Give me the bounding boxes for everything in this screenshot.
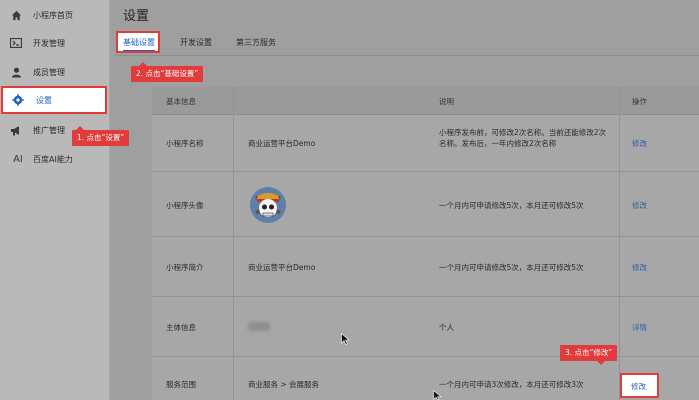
- callout-step-1: 1. 点击“设置”: [72, 126, 130, 146]
- row-label: 服务范围: [166, 380, 196, 389]
- row-label: 小程序简介: [166, 263, 204, 272]
- sidebar: 小程序首页 开发管理 成员管理 设置 推广管理 AI 百度AI能力: [0, 0, 110, 400]
- row-description: 一个月内可申请修改5次，本月还可修改5次: [439, 263, 584, 272]
- subject-details-link[interactable]: 详情: [632, 322, 647, 333]
- table-row: 小程序简介 商业运营平台Demo 一个月内可申请修改5次，本月还可修改5次 修改: [152, 237, 699, 297]
- table-row: 小程序头像 一个月内可申请修改5次，本月还可修改5次 修改: [152, 172, 699, 237]
- sidebar-item-label: 百度AI能力: [33, 154, 73, 164]
- sidebar-item-home[interactable]: 小程序首页: [0, 1, 110, 29]
- row-value: 商业运营平台Demo: [248, 139, 316, 148]
- column-header-action: 操作: [632, 97, 647, 106]
- sidebar-item-label: 小程序首页: [33, 10, 73, 20]
- tab-basic-settings[interactable]: 基础设置: [116, 31, 160, 53]
- home-icon: [10, 9, 22, 21]
- edit-intro-link[interactable]: 修改: [632, 262, 647, 273]
- callout-step-3: 3. 点击“修改”: [560, 345, 618, 365]
- row-label: 主体信息: [166, 323, 196, 332]
- sidebar-item-settings[interactable]: 设置: [1, 86, 107, 114]
- mouse-cursor-icon: [341, 333, 350, 345]
- row-description: 个人: [439, 323, 454, 332]
- tabs-divider: [113, 55, 699, 56]
- sidebar-item-label: 开发管理: [33, 38, 65, 48]
- sidebar-item-label: 推广管理: [33, 125, 65, 135]
- pirate-skull-avatar-icon: [248, 185, 288, 227]
- row-description: 小程序发布前，可修改2次名称。当前还能修改2次名称。发布后，一年内修改2次名称: [439, 128, 607, 148]
- table-header: 基本信息 说明 操作: [152, 87, 699, 115]
- table-row: 服务范围 商业服务 > 会展服务 一个月内可申请3次修改，本月还可修改3次: [152, 357, 699, 400]
- edit-avatar-link[interactable]: 修改: [632, 200, 647, 211]
- gear-icon: [12, 94, 24, 106]
- sidebar-item-ai[interactable]: AI 百度AI能力: [0, 145, 110, 173]
- tab-third-party[interactable]: 第三方服务: [236, 37, 276, 48]
- megaphone-icon: [10, 124, 22, 136]
- sidebar-item-members[interactable]: 成员管理: [0, 58, 110, 86]
- user-icon: [10, 66, 22, 78]
- redacted-value: [248, 322, 270, 331]
- tab-dev-settings[interactable]: 开发设置: [180, 37, 212, 48]
- column-header-info: 基本信息: [166, 97, 196, 106]
- row-label: 小程序名称: [166, 139, 204, 148]
- page-title: 设置: [123, 9, 150, 24]
- sidebar-item-dev[interactable]: 开发管理: [0, 29, 110, 57]
- table-row: 小程序名称 商业运营平台Demo 小程序发布前，可修改2次名称。当前还能修改2次…: [152, 115, 699, 172]
- sidebar-item-label: 设置: [36, 95, 52, 105]
- edit-service-scope-button[interactable]: 修改: [620, 373, 659, 398]
- row-value: 商业服务 > 会展服务: [248, 380, 320, 389]
- row-value: 商业运营平台Demo: [248, 263, 316, 272]
- tab-label: 基础设置: [123, 37, 155, 51]
- edit-label: 修改: [631, 382, 646, 391]
- column-header-desc: 说明: [439, 97, 454, 106]
- sidebar-item-label: 成员管理: [33, 67, 65, 77]
- row-label: 小程序头像: [166, 201, 204, 210]
- mouse-cursor-icon: [433, 390, 442, 400]
- ai-icon: AI: [13, 153, 23, 165]
- code-icon: [10, 37, 22, 49]
- row-description: 一个月内可申请3次修改，本月还可修改3次: [439, 380, 584, 389]
- row-description: 一个月内可申请修改5次，本月还可修改5次: [439, 201, 584, 210]
- callout-step-2: 2. 点击“基础设置”: [131, 62, 204, 82]
- edit-name-link[interactable]: 修改: [632, 138, 647, 149]
